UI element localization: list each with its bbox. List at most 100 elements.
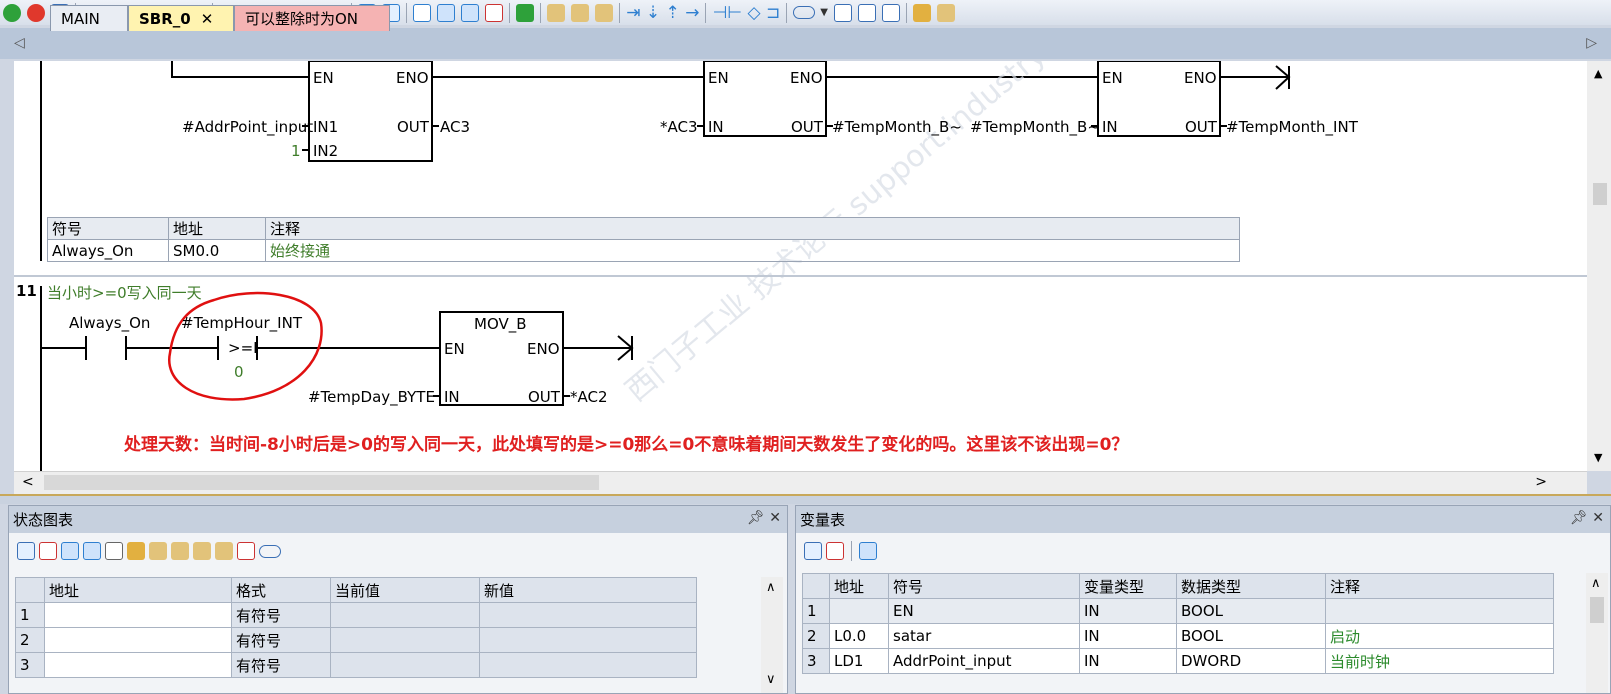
pencil-icon[interactable] bbox=[127, 542, 145, 560]
scroll-left-icon[interactable]: < bbox=[22, 474, 34, 490]
network-comment[interactable]: 当小时>=0写入同一天 bbox=[47, 282, 202, 303]
stop-button[interactable] bbox=[24, 2, 48, 24]
delete-row-icon[interactable] bbox=[826, 542, 844, 560]
close-icon[interactable]: ✕ bbox=[201, 10, 214, 28]
new-value-cell[interactable] bbox=[479, 652, 697, 678]
new-value-cell[interactable] bbox=[479, 627, 697, 653]
view-button[interactable] bbox=[482, 2, 506, 24]
scroll-down-icon[interactable]: ▼ bbox=[1594, 451, 1602, 464]
table-row[interactable]: 2 L0.0 satar IN BOOL 启动 bbox=[802, 623, 1554, 649]
view-button[interactable] bbox=[434, 2, 458, 24]
table-row[interactable]: 3 LD1 AddrPoint_input IN DWORD 当前时钟 bbox=[802, 648, 1554, 674]
chart-icon[interactable] bbox=[237, 542, 255, 560]
tab-scroll-left-icon[interactable]: ◁ bbox=[14, 35, 25, 51]
table-row[interactable]: 1 有符号 bbox=[15, 602, 697, 628]
close-icon[interactable]: ✕ bbox=[769, 510, 781, 526]
tab-sbr0[interactable]: SBR_0 ✕ bbox=[128, 5, 234, 31]
scroll-down-icon[interactable]: ∨ bbox=[766, 672, 776, 687]
row-number: 1 bbox=[802, 598, 830, 624]
symbol-cell[interactable]: EN bbox=[888, 598, 1080, 624]
unlock-icon[interactable] bbox=[171, 542, 189, 560]
variable-vertical-scrollbar[interactable]: ∧ bbox=[1586, 573, 1608, 693]
pause-icon[interactable] bbox=[83, 542, 101, 560]
scrollbar-thumb[interactable] bbox=[44, 475, 599, 490]
table-button[interactable] bbox=[831, 2, 855, 24]
goto-button[interactable] bbox=[513, 2, 537, 24]
tag-icon[interactable] bbox=[259, 544, 281, 558]
key-button[interactable] bbox=[934, 2, 958, 24]
lock-icon[interactable] bbox=[193, 542, 211, 560]
add-icon[interactable] bbox=[17, 542, 35, 560]
edit-icon bbox=[857, 3, 876, 22]
glasses-icon[interactable] bbox=[105, 542, 123, 560]
table-row[interactable]: 1 EN IN BOOL bbox=[802, 598, 1554, 624]
format-cell[interactable]: 有符号 bbox=[231, 652, 331, 678]
format-cell[interactable]: 有符号 bbox=[231, 602, 331, 628]
symbol-cell[interactable]: satar bbox=[888, 623, 1080, 649]
status-toolbar bbox=[9, 533, 787, 569]
key-button[interactable] bbox=[910, 2, 934, 24]
editor-vertical-scrollbar[interactable]: ▲ ▼ bbox=[1587, 61, 1611, 471]
symbol-table-header: 地址 bbox=[168, 217, 266, 240]
run-button[interactable] bbox=[0, 2, 24, 24]
panel-title: 状态图表 bbox=[13, 511, 74, 529]
close-icon[interactable]: ✕ bbox=[1592, 510, 1604, 526]
tab-main[interactable]: MAIN bbox=[50, 5, 128, 31]
edit-button[interactable] bbox=[879, 2, 903, 24]
view-button[interactable] bbox=[458, 2, 482, 24]
format-cell[interactable]: 有符号 bbox=[231, 627, 331, 653]
scroll-up-icon[interactable]: ∧ bbox=[1591, 576, 1601, 591]
scroll-up-icon[interactable]: ▲ bbox=[1594, 67, 1602, 80]
scrollbar-thumb[interactable] bbox=[1593, 183, 1607, 205]
edit-button[interactable] bbox=[855, 2, 879, 24]
column-header: 当前值 bbox=[330, 577, 480, 603]
table-icon bbox=[833, 3, 852, 22]
address-cell[interactable] bbox=[44, 652, 232, 678]
new-value-cell[interactable] bbox=[479, 602, 697, 628]
block3-out: OUT bbox=[1185, 118, 1217, 136]
tab-divisible[interactable]: 可以整除时为ON bbox=[234, 5, 390, 31]
lock-icon[interactable] bbox=[149, 542, 167, 560]
lock-icon[interactable] bbox=[215, 542, 233, 560]
editor-horizontal-scrollbar[interactable]: < > bbox=[14, 471, 1587, 494]
data-type-cell[interactable]: BOOL bbox=[1176, 623, 1326, 649]
table-row[interactable]: 3 有符号 bbox=[15, 652, 697, 678]
unlock-button[interactable] bbox=[568, 2, 592, 24]
view-button[interactable] bbox=[410, 2, 434, 24]
tag-button[interactable]: ▼ bbox=[790, 2, 831, 24]
column-header bbox=[802, 573, 830, 599]
status-vertical-scrollbar[interactable]: ∧ ∨ bbox=[761, 577, 783, 693]
variable-table: 地址 符号 变量类型 数据类型 注释 1 EN IN BOOL 2 L0.0 s… bbox=[802, 573, 1554, 674]
branch-button[interactable]: ⇥ ⇣ ⇡ → bbox=[623, 2, 702, 24]
pin-icon[interactable]: 📌︎ bbox=[747, 510, 765, 526]
view-icon bbox=[413, 3, 432, 22]
block1-in1-var: #AddrPoint_input bbox=[182, 118, 314, 136]
insert-row-icon[interactable] bbox=[804, 542, 822, 560]
symbol-cell[interactable]: AddrPoint_input bbox=[888, 648, 1080, 674]
pin-icon[interactable]: 📌︎ bbox=[1570, 510, 1588, 526]
key-icon bbox=[936, 3, 955, 22]
lock-button[interactable] bbox=[544, 2, 568, 24]
lock-add-button[interactable] bbox=[592, 2, 616, 24]
data-type-cell[interactable]: BOOL bbox=[1176, 598, 1326, 624]
comment-cell[interactable]: 启动 bbox=[1325, 623, 1554, 649]
upload-icon[interactable] bbox=[859, 542, 877, 560]
address-cell[interactable] bbox=[44, 627, 232, 653]
comment-cell[interactable] bbox=[1325, 598, 1554, 624]
toolbar-separator bbox=[786, 2, 788, 23]
row-number: 2 bbox=[802, 623, 830, 649]
scroll-up-icon[interactable]: ∧ bbox=[766, 580, 776, 595]
tab-scroll-right-icon[interactable]: ▷ bbox=[1586, 35, 1597, 51]
pane-splitter[interactable] bbox=[0, 494, 1611, 504]
scrollbar-thumb[interactable] bbox=[1590, 597, 1604, 623]
data-type-cell[interactable]: DWORD bbox=[1176, 648, 1326, 674]
comment-cell[interactable]: 当前时钟 bbox=[1325, 648, 1554, 674]
run-icon[interactable] bbox=[61, 542, 79, 560]
table-row[interactable]: 2 有符号 bbox=[15, 627, 697, 653]
address-cell[interactable] bbox=[44, 602, 232, 628]
delete-icon[interactable] bbox=[39, 542, 57, 560]
ladder-editor[interactable]: 西门子工业 技术论坛 support.industry.siemens.com/… bbox=[14, 61, 1587, 471]
scroll-right-icon[interactable]: > bbox=[1535, 474, 1547, 490]
contact-button[interactable]: ⊣⊢ ◇ ⊐ bbox=[709, 2, 783, 24]
panel-controls: 📌︎ ✕ bbox=[1570, 510, 1604, 526]
